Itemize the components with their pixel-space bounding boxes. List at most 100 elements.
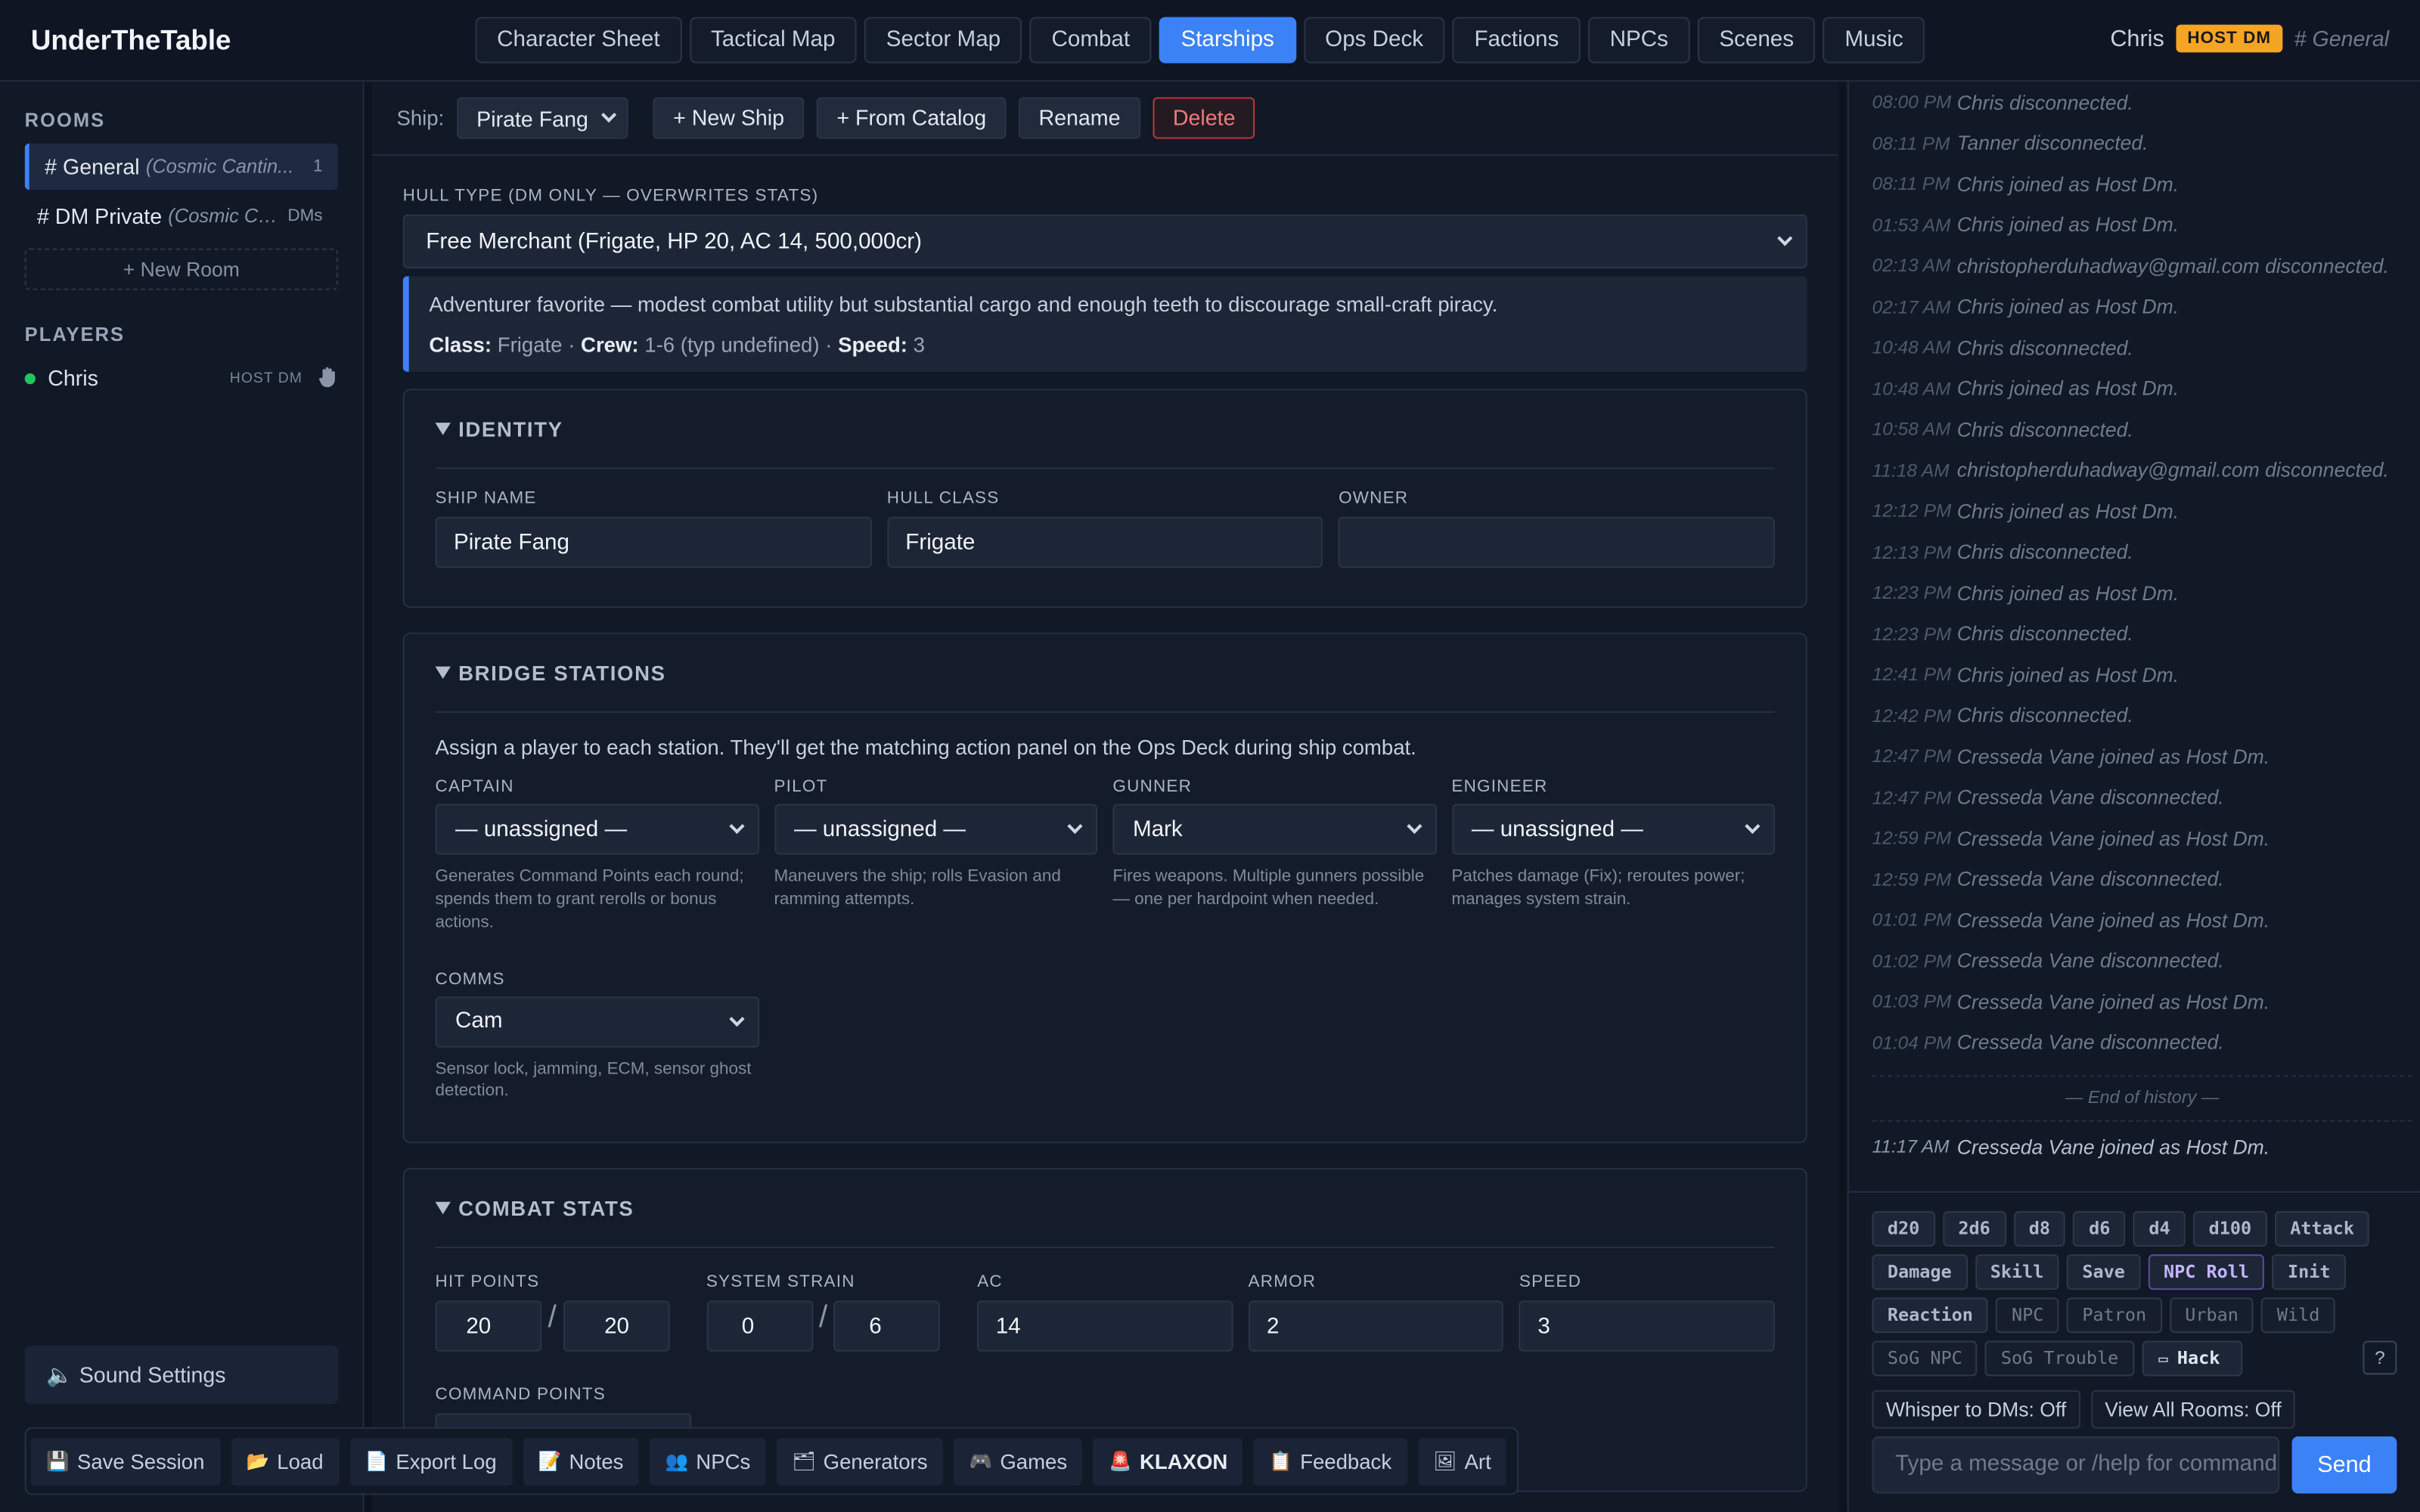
dice-button-save[interactable]: Save — [2066, 1254, 2141, 1290]
ship-name-input[interactable]: Pirate Fang — [435, 516, 872, 569]
chat-message: 01:02 PM Cresseda Vane disconnected. — [1872, 940, 2412, 981]
new-ship-button[interactable]: + New Ship — [653, 97, 805, 139]
dice-button-init[interactable]: Init — [2272, 1254, 2346, 1290]
dice-button-wild[interactable]: Wild — [2261, 1297, 2335, 1334]
message-time: 12:23 PM — [1872, 622, 1952, 645]
footer-save-session-button[interactable]: 💾 Save Session — [30, 1437, 220, 1486]
footer-export-log-button[interactable]: 📄 Export Log — [349, 1437, 513, 1486]
hand-icon[interactable] — [318, 365, 338, 392]
view-all-rooms-toggle[interactable]: View All Rooms: Off — [2090, 1390, 2296, 1429]
station-hint: Sensor lock, jamming, ECM, sensor ghost … — [435, 1059, 752, 1101]
dice-button-hack[interactable]: ▭ Hack — [2141, 1340, 2244, 1377]
footer-npcs-button[interactable]: 👥 NPCs — [650, 1437, 766, 1486]
sidebar-resize-handle[interactable] — [364, 82, 372, 1512]
chat-message: 11:18 AM christopherduhadway@gmail.com di… — [1872, 450, 2412, 491]
chat-message: 12:47 PM Cresseda Vane disconnected. — [1872, 777, 2412, 818]
tab-character-sheet[interactable]: Character Sheet — [475, 17, 682, 64]
dice-button-urban[interactable]: Urban — [2169, 1297, 2254, 1334]
footer-button-label: KLAXON — [1139, 1449, 1228, 1473]
message-time: 12:59 PM — [1872, 827, 1952, 849]
chat-resize-handle[interactable] — [1838, 82, 1846, 1512]
dice-button-d20[interactable]: d20 — [1872, 1211, 1935, 1247]
footer-feedback-button[interactable]: 📋 Feedback — [1253, 1437, 1407, 1486]
room-item-dm-private[interactable]: # DM Private (Cosmic Ca... DMs — [25, 193, 338, 239]
sound-settings-button[interactable]: 🔈 Sound Settings — [24, 1345, 338, 1405]
footer-generators-button[interactable]: 🗂 Generators — [776, 1437, 943, 1486]
bridge-stations-toggle[interactable]: BRIDGE STATIONS — [435, 634, 1775, 713]
chat-message: 10:58 AM Chris disconnected. — [1872, 409, 2412, 450]
message-time: 01:03 PM — [1872, 990, 1952, 1013]
main-tabs: Character Sheet Tactical Map Sector Map … — [475, 17, 1925, 64]
hull-class-input[interactable]: Frigate — [886, 516, 1323, 569]
gunner-select[interactable]: Mark — [1112, 804, 1436, 855]
chat-message: 01:53 AM Chris joined as Host Dm. — [1872, 204, 2412, 245]
dice-button-patron[interactable]: Patron — [2066, 1297, 2162, 1334]
station-hint: Maneuvers the ship; rolls Evasion and ra… — [774, 866, 1061, 909]
message-time: 01:01 PM — [1872, 909, 1952, 931]
send-button[interactable]: Send — [2291, 1436, 2397, 1494]
message-text: Chris joined as Host Dm. — [1956, 376, 2180, 401]
player-item[interactable]: Chris HOST DM — [24, 360, 338, 397]
dice-button-sog-npc[interactable]: SoG NPC — [1872, 1340, 1978, 1377]
identity-toggle[interactable]: IDENTITY — [435, 390, 1775, 469]
chat-input[interactable]: Type a message or /help for commands — [1872, 1436, 2280, 1494]
whisper-toggle[interactable]: Whisper to DMs: Off — [1872, 1390, 2080, 1429]
dice-button-d8[interactable]: d8 — [2013, 1211, 2066, 1247]
user-info: Chris HOST DM # General — [2110, 24, 2420, 53]
hp-current-input[interactable]: 20 — [435, 1300, 542, 1352]
message-text: Tanner disconnected. — [1956, 131, 2149, 155]
ship-select[interactable]: Pirate Fang — [456, 97, 628, 139]
player-name: Chris — [48, 365, 98, 391]
dice-button-d4[interactable]: d4 — [2133, 1211, 2186, 1247]
footer-klaxon-button[interactable]: 🚨 KLAXON — [1093, 1437, 1243, 1486]
pilot-select[interactable]: — unassigned — — [774, 804, 1098, 855]
footer-games-button[interactable]: 🎮 Games — [954, 1437, 1083, 1486]
help-button[interactable]: ? — [2363, 1340, 2397, 1375]
new-room-button[interactable]: + New Room — [24, 248, 338, 290]
rename-button[interactable]: Rename — [1018, 97, 1141, 139]
message-time: 10:48 AM — [1872, 336, 1951, 358]
strain-current-input[interactable]: 0 — [706, 1300, 813, 1352]
tab-ops-deck[interactable]: Ops Deck — [1303, 17, 1445, 64]
dice-button-reaction[interactable]: Reaction — [1872, 1297, 1989, 1334]
tab-scenes[interactable]: Scenes — [1697, 17, 1816, 64]
dice-button-d100[interactable]: d100 — [2193, 1211, 2267, 1247]
dice-button-2d6[interactable]: 2d6 — [1942, 1211, 2006, 1247]
tab-starships[interactable]: Starships — [1159, 17, 1296, 64]
tab-sector-map[interactable]: Sector Map — [864, 17, 1022, 64]
tab-music[interactable]: Music — [1823, 17, 1925, 64]
combat-stats-toggle[interactable]: COMBAT STATS — [435, 1170, 1775, 1249]
strain-max-input[interactable]: 6 — [833, 1300, 941, 1352]
speed-input[interactable]: 3 — [1519, 1300, 1775, 1352]
dice-button-skill[interactable]: Skill — [1975, 1254, 2059, 1290]
captain-select[interactable]: — unassigned — — [435, 804, 759, 855]
footer-load-button[interactable]: 📂 Load — [231, 1437, 339, 1486]
delete-ship-button[interactable]: Delete — [1153, 97, 1255, 139]
owner-input[interactable] — [1339, 516, 1775, 569]
footer-notes-button[interactable]: 📝 Notes — [523, 1437, 639, 1486]
footer-art-button[interactable]: 🖼 Art — [1417, 1437, 1507, 1486]
comms-select[interactable]: Cam — [435, 996, 759, 1047]
tab-combat[interactable]: Combat — [1029, 17, 1152, 64]
dice-button-npc-roll[interactable]: NPC Roll — [2148, 1254, 2265, 1290]
room-item-general[interactable]: # General (Cosmic Cantin... 1 — [24, 143, 338, 191]
footer-button-label: Art — [1464, 1449, 1491, 1473]
tab-factions[interactable]: Factions — [1452, 17, 1581, 64]
ac-input[interactable]: 14 — [977, 1300, 1233, 1352]
tab-tactical-map[interactable]: Tactical Map — [689, 17, 858, 64]
dice-button-npc[interactable]: NPC — [1996, 1297, 2059, 1334]
hp-max-input[interactable]: 20 — [562, 1300, 669, 1352]
owner-label: OWNER — [1339, 488, 1409, 508]
from-catalog-button[interactable]: + From Catalog — [816, 97, 1007, 139]
engineer-select[interactable]: — unassigned — — [1451, 804, 1775, 855]
dice-button-sog-trouble[interactable]: SoG Trouble — [1985, 1340, 2134, 1377]
document-icon: 📄 — [365, 1449, 389, 1471]
hull-type-select[interactable]: Free Merchant (Frigate, HP 20, AC 14, 50… — [402, 214, 1807, 269]
armor-input[interactable]: 2 — [1248, 1300, 1504, 1352]
chat-log[interactable]: 08:00 PM Chris disconnected. 08:11 PM Tanne… — [1872, 82, 2412, 1185]
gamepad-icon: 🎮 — [969, 1449, 993, 1471]
dice-button-damage[interactable]: Damage — [1872, 1254, 1968, 1290]
dice-button-d6[interactable]: d6 — [2073, 1211, 2126, 1247]
dice-button-attack[interactable]: Attack — [2274, 1211, 2370, 1247]
tab-npcs[interactable]: NPCs — [1588, 17, 1690, 64]
